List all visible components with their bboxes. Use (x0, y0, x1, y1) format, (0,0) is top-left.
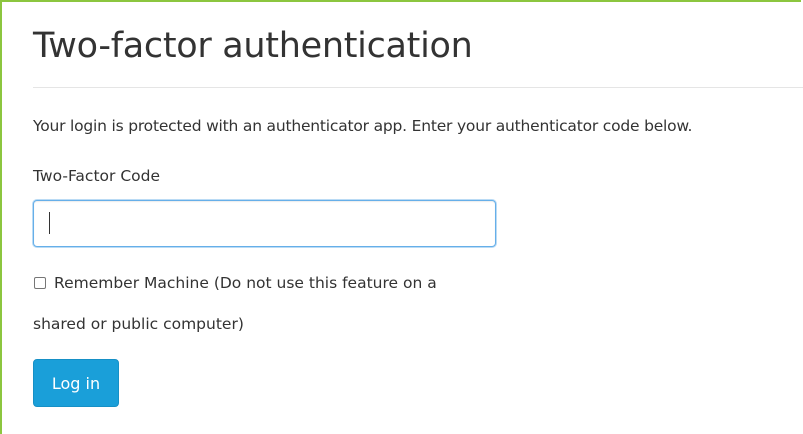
instructions-text: Your login is protected with an authenti… (33, 117, 693, 135)
remember-machine-label[interactable]: Remember Machine (Do not use this featur… (54, 274, 437, 292)
two-factor-code-input[interactable] (33, 200, 496, 247)
two-factor-code-label: Two-Factor Code (33, 167, 160, 185)
page-title: Two-factor authentication (33, 26, 473, 66)
login-button[interactable]: Log in (33, 359, 119, 407)
title-divider (33, 87, 803, 88)
remember-machine-label-continued[interactable]: shared or public computer) (33, 315, 244, 333)
remember-machine-row[interactable]: Remember Machine (Do not use this featur… (33, 274, 437, 292)
remember-machine-checkbox[interactable] (34, 277, 46, 289)
text-caret (49, 212, 50, 234)
